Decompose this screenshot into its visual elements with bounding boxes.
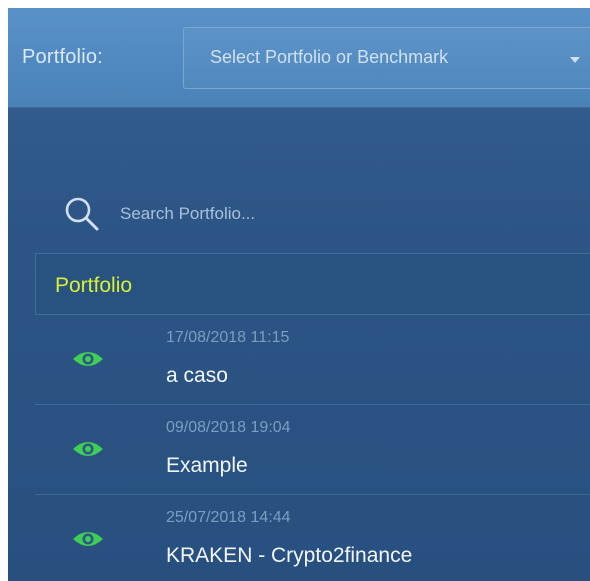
eye-icon[interactable] — [71, 347, 105, 371]
portfolio-item-date: 25/07/2018 14:44 — [166, 509, 291, 526]
portfolio-label: Portfolio: — [22, 46, 103, 68]
portfolio-item-date: 09/08/2018 19:04 — [166, 419, 291, 436]
portfolio-panel: Portfolio: Select Portfolio or Benchmark… — [8, 8, 590, 581]
portfolio-select-value: Select Portfolio or Benchmark — [210, 47, 449, 67]
search-icon — [65, 197, 99, 231]
eye-icon[interactable] — [71, 527, 105, 551]
portfolio-item-name: KRAKEN - Crypto2finance — [166, 544, 413, 567]
portfolio-list: 17/08/2018 11:15 a caso 09/08/2018 19:04… — [35, 315, 590, 581]
portfolio-select[interactable]: Select Portfolio or Benchmark — [183, 27, 590, 89]
portfolio-item-name: a caso — [166, 364, 228, 387]
search-bar[interactable] — [60, 192, 580, 234]
portfolio-item[interactable]: 17/08/2018 11:15 a caso — [35, 315, 590, 405]
caret-down-icon — [570, 57, 580, 63]
section-title: Portfolio — [55, 274, 133, 297]
search-input[interactable] — [120, 202, 540, 226]
portfolio-item-name: Example — [166, 454, 248, 477]
section-header: Portfolio — [35, 253, 590, 315]
portfolio-item-date: 17/08/2018 11:15 — [166, 329, 290, 346]
eye-icon[interactable] — [71, 437, 105, 461]
portfolio-item[interactable]: 09/08/2018 19:04 Example — [35, 405, 590, 495]
portfolio-item[interactable]: 25/07/2018 14:44 KRAKEN - Crypto2finance — [35, 495, 590, 581]
top-bar: Portfolio: Select Portfolio or Benchmark — [8, 8, 590, 108]
